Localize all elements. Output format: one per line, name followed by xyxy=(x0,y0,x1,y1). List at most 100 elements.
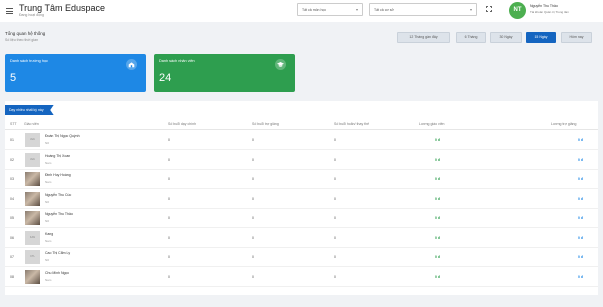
teacher-name[interactable]: Nguyễn Thu Cúc xyxy=(45,193,71,197)
main-sessions-value: 0 xyxy=(168,235,170,240)
subject-select[interactable]: Tất cả môn học ▾ xyxy=(297,3,363,16)
teacher-salary-value: 0 đ xyxy=(435,274,441,279)
teacher-gender: Nữ xyxy=(45,141,50,145)
center-title: Trung Tâm Eduspace xyxy=(19,3,106,13)
table-row[interactable]: 03 Đinh Huy Hoàng Nam 0 0 0 0 đ 0 đ xyxy=(5,169,598,189)
overview-title: Tổng quan hệ thống xyxy=(5,31,46,36)
teacher-avatar: AVA xyxy=(25,133,40,147)
schools-card-value: 5 xyxy=(10,72,17,84)
teacher-name[interactable]: Đoàn Thị Ngọc Quỳnh xyxy=(45,134,80,138)
row-stt: 05 xyxy=(10,216,14,220)
column-header-main-sessions: Số buổi dạy chính xyxy=(168,122,197,126)
row-stt: 07 xyxy=(10,255,14,259)
facility-select[interactable]: Tất cả cơ sở ▾ xyxy=(369,3,477,16)
postponed-sessions-value: 0 xyxy=(334,138,336,142)
teacher-gender: Nữ xyxy=(45,258,50,262)
staff-card[interactable]: Danh sách nhân viên 24 xyxy=(154,54,295,92)
menu-icon[interactable] xyxy=(6,8,13,14)
assistant-salary-value: 0 đ xyxy=(578,255,584,259)
table-row[interactable]: 07 CTL Cao Thị Cẩm Ly Nữ 0 0 0 0 đ 0 đ xyxy=(5,247,598,267)
teacher-avatar xyxy=(25,211,40,225)
teacher-salary-value: 0 đ xyxy=(435,196,441,201)
assist-sessions-value: 0 xyxy=(252,138,254,142)
column-header-assist-sessions: Số buổi trợ giảng xyxy=(252,122,279,126)
postponed-sessions-value: 0 xyxy=(334,255,336,259)
teacher-name[interactable]: Cao Thị Cẩm Ly xyxy=(45,251,70,255)
assist-sessions-value: 0 xyxy=(252,196,254,201)
filter-6-months-button[interactable]: 6 Tháng xyxy=(456,32,486,43)
main-sessions-value: 0 xyxy=(168,216,170,220)
teacher-avatar xyxy=(25,269,40,284)
staff-card-value: 24 xyxy=(159,72,172,84)
center-status: Đang hoạt động xyxy=(19,13,44,17)
assist-sessions-value: 0 xyxy=(252,255,254,259)
teacher-name[interactable]: Đinh Huy Hoàng xyxy=(45,173,71,177)
teacher-avatar: AVA xyxy=(25,152,40,167)
assist-sessions-value: 0 xyxy=(252,235,254,240)
teacher-avatar: KAN xyxy=(25,230,40,245)
postponed-sessions-value: 0 xyxy=(334,196,336,201)
assist-sessions-value: 0 xyxy=(252,274,254,279)
row-stt: 08 xyxy=(10,274,14,279)
teacher-salary-value: 0 đ xyxy=(435,177,441,181)
column-header-assistant-salary: Lương trợ giảng xyxy=(551,122,577,126)
main-sessions-value: 0 xyxy=(168,255,170,259)
column-header-teacher-salary: Lương giáo viên xyxy=(419,122,445,126)
teacher-salary-value: 0 đ xyxy=(435,235,441,240)
column-header-postponed-sessions: Số buổi hoãn/ thay thế xyxy=(334,122,370,126)
table-row[interactable]: 08 Chu Minh Ngọc Nam 0 0 0 0 đ 0 đ xyxy=(5,267,598,287)
main-sessions-value: 0 xyxy=(168,138,170,142)
teacher-avatar-placeholder: CTL xyxy=(30,255,35,258)
teacher-avatar-placeholder: AVA xyxy=(30,138,35,141)
table-row[interactable]: 01 AVA Đoàn Thị Ngọc Quỳnh Nữ 0 0 0 0 đ 0 đ xyxy=(5,130,598,150)
postponed-sessions-value: 0 xyxy=(334,177,336,181)
teacher-gender: Nam xyxy=(45,277,52,282)
table-row[interactable]: 06 KAN Kang Nam 0 0 0 0 đ 0 đ xyxy=(5,228,598,248)
filter-15-days-button[interactable]: 15 Ngày xyxy=(526,32,556,43)
user-name[interactable]: Nguyễn Thu Thảo xyxy=(530,4,558,8)
assist-sessions-value: 0 xyxy=(252,177,254,181)
column-header-teacher: Giáo viên xyxy=(24,122,39,126)
assist-sessions-value: 0 xyxy=(252,157,254,162)
assistant-salary-value: 0 đ xyxy=(578,157,584,162)
assistant-salary-value: 0 đ xyxy=(578,196,584,201)
staff-card-label: Danh sách nhân viên xyxy=(159,59,195,63)
schools-card-label: Danh sách trường học xyxy=(10,59,48,63)
top-header: Trung Tâm Eduspace Đang hoạt động Tất cả… xyxy=(0,0,603,22)
teacher-name[interactable]: Hoàng Thị Xoan xyxy=(45,154,70,158)
filter-12-months-button[interactable]: 12 Tháng gần đây xyxy=(397,32,450,43)
table-row[interactable]: 02 AVA Hoàng Thị Xoan Nam 0 0 0 0 đ 0 đ xyxy=(5,150,598,170)
assistant-salary-value: 0 đ xyxy=(578,274,584,279)
teacher-name[interactable]: Chu Minh Ngọc xyxy=(45,271,69,275)
teacher-salary-value: 0 đ xyxy=(435,138,441,142)
schools-card[interactable]: Danh sách trường học 5 xyxy=(5,54,146,92)
teacher-salary-value: 0 đ xyxy=(435,157,441,162)
teacher-avatar-placeholder: AVA xyxy=(30,157,35,161)
postponed-sessions-value: 0 xyxy=(334,157,336,162)
avatar[interactable]: NT xyxy=(509,2,526,19)
teacher-name[interactable]: Nguyễn Thu Thảo xyxy=(45,212,73,216)
filter-30-days-button[interactable]: 30 Ngày xyxy=(490,32,522,43)
teacher-gender: Nữ xyxy=(45,199,50,204)
overview-subtitle: Số liệu theo thời gian xyxy=(5,38,39,42)
teacher-name[interactable]: Kang xyxy=(45,232,53,236)
subject-select-value: Tất cả môn học xyxy=(302,8,327,12)
fullscreen-icon[interactable] xyxy=(486,6,492,12)
user-role: Tài khoản Quản trị Trung tâm xyxy=(530,10,570,14)
teacher-avatar: CTL xyxy=(25,250,40,264)
teacher-gender: Nam xyxy=(45,160,52,165)
table-row[interactable]: 05 Nguyễn Thu Thảo Nữ 0 0 0 0 đ 0 đ xyxy=(5,208,598,228)
facility-select-value: Tất cả cơ sở xyxy=(374,8,394,12)
chevron-down-icon: ▾ xyxy=(355,7,358,12)
filter-today-button[interactable]: Hôm nay xyxy=(561,32,592,43)
graduation-cap-icon xyxy=(275,59,286,70)
teacher-gender: Nam xyxy=(45,238,52,243)
assistant-salary-value: 0 đ xyxy=(578,235,584,240)
teacher-salary-value: 0 đ xyxy=(435,216,441,220)
main-sessions-value: 0 xyxy=(168,157,170,162)
table-row[interactable]: 04 Nguyễn Thu Cúc Nữ 0 0 0 0 đ 0 đ xyxy=(5,189,598,209)
main-sessions-value: 0 xyxy=(168,274,170,279)
assistant-salary-value: 0 đ xyxy=(578,216,584,220)
teacher-gender: Nữ xyxy=(45,219,50,223)
row-stt: 06 xyxy=(10,235,14,240)
